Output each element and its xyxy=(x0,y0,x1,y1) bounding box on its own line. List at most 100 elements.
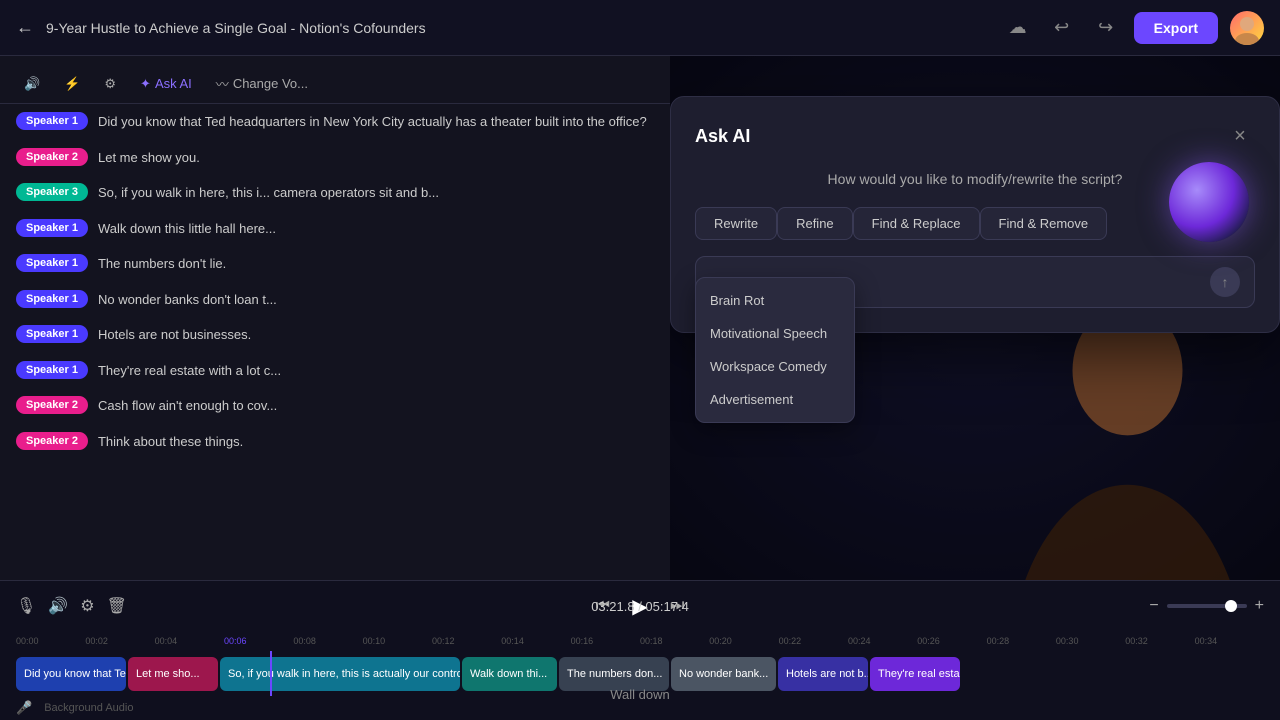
export-button[interactable]: Export xyxy=(1134,12,1218,44)
playhead-marker xyxy=(270,651,272,696)
mic-icon-btn[interactable]: 🎙 xyxy=(16,596,36,616)
transcript-item: Speaker 1 Walk down this little hall her… xyxy=(0,211,670,247)
delete-icon-btn[interactable]: 🗑 xyxy=(107,596,127,616)
cloud-icon[interactable]: ☁ xyxy=(1002,12,1034,44)
refine-button[interactable]: Refine xyxy=(777,207,853,240)
transcript-item: Speaker 1 They're real estate with a lot… xyxy=(0,353,670,389)
speaker-badge: Speaker 2 xyxy=(16,396,88,414)
ask-submit-button[interactable]: ↑ xyxy=(1210,267,1240,297)
clip[interactable]: Walk down thi... xyxy=(462,657,557,691)
editor-toolbar: 🔊 ⚡ ⚙ ✦ Ask AI 〰 Change Vo... xyxy=(0,64,670,104)
ask-ai-button[interactable]: ✦ Ask AI xyxy=(132,72,200,96)
wave-icon: 〰 xyxy=(216,74,229,93)
ruler-mark: 00:26 xyxy=(917,636,986,646)
transcript-item: Speaker 3 So, if you walk in here, this … xyxy=(0,175,670,211)
dropdown-item[interactable]: Advertisement xyxy=(696,383,854,416)
clip[interactable]: Hotels are not b... xyxy=(778,657,868,691)
transcript-text: No wonder banks don't loan t... xyxy=(98,290,277,310)
eq-icon-btn[interactable]: ⚡ xyxy=(56,72,88,96)
bottom-area: 🎙 🔊 ⚙ 🗑 ⏮ ▶ ⏭ 03:21.8 / 05:17.4 − + 00:0… xyxy=(0,580,1280,720)
ruler-mark: 00:10 xyxy=(363,636,432,646)
speaker-icon-btn[interactable]: 🔊 xyxy=(16,72,48,96)
ruler-mark: 00:30 xyxy=(1056,636,1125,646)
clip[interactable]: So, if you walk in here, this is actuall… xyxy=(220,657,460,691)
dropdown-item[interactable]: Motivational Speech xyxy=(696,317,854,350)
page-title: 9-Year Hustle to Achieve a Single Goal -… xyxy=(46,20,990,36)
ruler-mark: 00:02 xyxy=(85,636,154,646)
avatar[interactable] xyxy=(1230,11,1264,45)
zoom-thumb xyxy=(1225,600,1237,612)
volume-icon-btn[interactable]: 🔊 xyxy=(48,596,68,616)
transcript-text: They're real estate with a lot c... xyxy=(98,361,281,381)
transcript-text: Let me show you. xyxy=(98,148,200,168)
transcript-item: Speaker 1 Did you know that Ted headquar… xyxy=(0,104,670,140)
transcript-text: Think about these things. xyxy=(98,432,243,452)
transcript-text: Hotels are not businesses. xyxy=(98,325,251,345)
transcript-text: So, if you walk in here, this i... camer… xyxy=(98,183,439,203)
submit-icon: ↑ xyxy=(1222,274,1229,290)
video-panel: Ask AI × How would you like to modify/re… xyxy=(670,56,1280,580)
ruler-mark: 00:08 xyxy=(293,636,362,646)
clip[interactable]: The numbers don... xyxy=(559,657,669,691)
ruler-mark: 00:18 xyxy=(640,636,709,646)
settings-icon: ⚙ xyxy=(104,76,116,92)
transcript-list: Speaker 1 Did you know that Ted headquar… xyxy=(0,104,670,459)
sparkle-icon: ✦ xyxy=(140,76,151,92)
modal-header: Ask AI × xyxy=(695,121,1255,151)
ruler-mark: 00:06 xyxy=(224,636,293,646)
clip[interactable]: No wonder bank... xyxy=(671,657,776,691)
speaker-badge: Speaker 2 xyxy=(16,432,88,450)
ruler-mark: 00:00 xyxy=(16,636,85,646)
ruler-mark: 00:12 xyxy=(432,636,501,646)
speaker-badge: Speaker 3 xyxy=(16,183,88,201)
track-speaker-icon: 🎤 xyxy=(16,700,32,716)
playback-time: 03:21.8 / 05:17.4 xyxy=(591,599,689,614)
dropdown-item[interactable]: Workspace Comedy xyxy=(696,350,854,383)
find-replace-button[interactable]: Find & Replace xyxy=(853,207,980,240)
zoom-slider[interactable] xyxy=(1167,604,1247,608)
ask-ai-modal: Ask AI × How would you like to modify/re… xyxy=(670,96,1280,333)
background-audio-label: Background Audio xyxy=(44,702,133,714)
filter-icon-btn[interactable]: ⚙ xyxy=(80,596,94,616)
zoom-in-button[interactable]: + xyxy=(1255,597,1264,615)
rewrite-button[interactable]: Rewrite xyxy=(695,207,777,240)
transcript-item: Speaker 2 Think about these things. xyxy=(0,424,670,460)
zoom-out-button[interactable]: − xyxy=(1149,597,1158,615)
ruler-mark: 00:16 xyxy=(571,636,640,646)
current-time: 03:21.8 xyxy=(591,599,634,614)
timeline-ruler: 00:0000:0200:0400:0600:0800:1000:1200:14… xyxy=(0,631,1280,651)
modal-overlay: Ask AI × How would you like to modify/re… xyxy=(670,56,1280,580)
clip[interactable]: Let me sho... xyxy=(128,657,218,691)
dropdown-item[interactable]: Brain Rot xyxy=(696,284,854,317)
undo-button[interactable]: ↩ xyxy=(1046,12,1078,44)
modal-question: How would you like to modify/rewrite the… xyxy=(695,171,1255,187)
speaker-badge: Speaker 1 xyxy=(16,290,88,308)
playback-bar: 🎙 🔊 ⚙ 🗑 ⏮ ▶ ⏭ 03:21.8 / 05:17.4 − + xyxy=(0,581,1280,631)
modal-title: Ask AI xyxy=(695,126,750,147)
ruler-mark: 00:14 xyxy=(501,636,570,646)
ruler-mark: 00:34 xyxy=(1195,636,1264,646)
wall-down-label: Wall down xyxy=(610,687,669,702)
redo-button[interactable]: ↪ xyxy=(1090,12,1122,44)
clip[interactable]: Did you know that Te... xyxy=(16,657,126,691)
transcript-item: Speaker 2 Cash flow ain't enough to cov.… xyxy=(0,388,670,424)
back-button[interactable]: ← xyxy=(16,17,34,38)
settings-icon-btn[interactable]: ⚙ xyxy=(96,72,124,96)
dropdown-menu: Brain RotMotivational SpeechWorkspace Co… xyxy=(695,277,855,423)
speaker-badge: Speaker 1 xyxy=(16,219,88,237)
clip[interactable]: They're real esta... xyxy=(870,657,960,691)
left-transport: 🎙 🔊 ⚙ 🗑 xyxy=(16,596,127,616)
ruler-mark: 00:20 xyxy=(709,636,778,646)
speaker-badge: Speaker 2 xyxy=(16,148,88,166)
transcript-text: Walk down this little hall here... xyxy=(98,219,276,239)
ruler-mark: 00:22 xyxy=(779,636,848,646)
change-vol-button[interactable]: 〰 Change Vo... xyxy=(208,70,316,97)
modal-close-button[interactable]: × xyxy=(1225,121,1255,151)
transcript-panel: 🔊 ⚡ ⚙ ✦ Ask AI 〰 Change Vo... Speaker 1 … xyxy=(0,56,670,580)
transcript-item: Speaker 1 No wonder banks don't loan t..… xyxy=(0,282,670,318)
total-time: 05:17.4 xyxy=(645,599,688,614)
action-btn-container: RewriteRefineFind & ReplaceFind & Remove xyxy=(695,207,1107,240)
find-remove-button[interactable]: Find & Remove xyxy=(980,207,1108,240)
speaker-badge: Speaker 1 xyxy=(16,254,88,272)
dropdown-items: Brain RotMotivational SpeechWorkspace Co… xyxy=(696,284,854,416)
